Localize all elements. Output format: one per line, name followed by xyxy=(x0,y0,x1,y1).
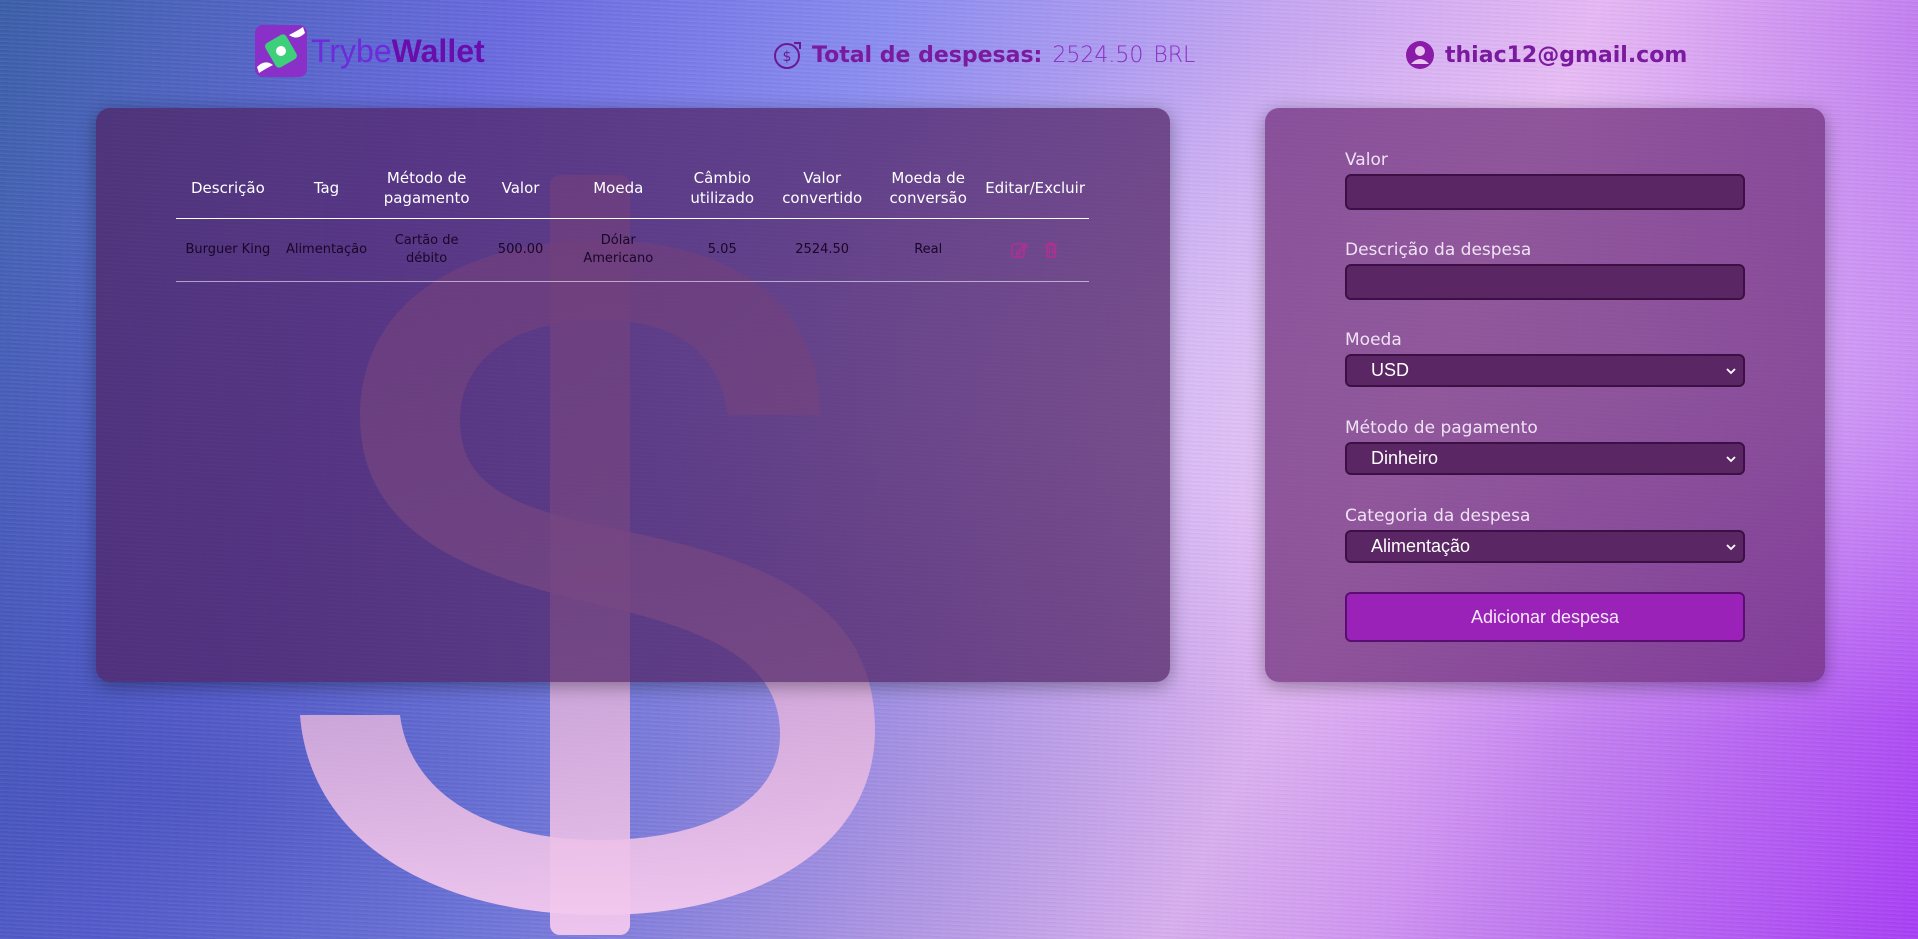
column-header: Valor convertido xyxy=(769,158,876,219)
dollar-circle-icon: $ xyxy=(774,42,801,69)
value-input[interactable] xyxy=(1345,174,1745,210)
currency-selected: USD xyxy=(1371,360,1410,380)
column-header: Valor xyxy=(479,158,562,219)
description-label: Descrição da despesa xyxy=(1345,240,1532,260)
column-header: Método de pagamento xyxy=(373,158,480,219)
category-field: Categoria da despesa Alimentação xyxy=(1345,506,1745,563)
value-field: Valor xyxy=(1345,150,1745,210)
total-currency: BRL xyxy=(1153,42,1196,68)
category-selected: Alimentação xyxy=(1371,536,1471,556)
chevron-down-icon xyxy=(1726,368,1736,375)
currency-field: Moeda USD xyxy=(1345,330,1745,387)
column-header: Descrição xyxy=(176,158,280,219)
total-value: 2524.50 xyxy=(1052,42,1144,68)
logo-text-light: Trybe xyxy=(311,32,392,69)
logo-text: TrybeWallet xyxy=(311,33,485,70)
cell-conversion-currency: Real xyxy=(875,218,982,282)
category-select[interactable]: Alimentação xyxy=(1345,530,1745,563)
method-label: Método de pagamento xyxy=(1345,418,1538,438)
cell-value: 500.00 xyxy=(479,218,562,282)
total-label: Total de despesas: xyxy=(812,42,1043,68)
category-label: Categoria da despesa xyxy=(1345,506,1531,526)
row-actions xyxy=(985,241,1085,259)
svg-text:$: $ xyxy=(783,49,792,65)
column-header: Moeda de conversão xyxy=(875,158,982,219)
add-expense-button[interactable]: Adicionar despesa xyxy=(1345,592,1745,642)
wallet-logo-icon xyxy=(255,25,307,77)
currency-select[interactable]: USD xyxy=(1345,354,1745,387)
user-email: thiac12@gmail.com xyxy=(1445,42,1688,68)
logo-text-bold: Wallet xyxy=(391,32,485,69)
cell-converted: 2524.50 xyxy=(769,218,876,282)
expenses-table-panel: Descrição Tag Método de pagamento Valor … xyxy=(96,108,1170,682)
method-select[interactable]: Dinheiro xyxy=(1345,442,1745,475)
header: TrybeWallet $ Total de despesas: 2524.50… xyxy=(0,0,1918,110)
value-label: Valor xyxy=(1345,150,1388,170)
total-expenses: $ Total de despesas: 2524.50 BRL xyxy=(772,38,1195,72)
cell-tag: Alimentação xyxy=(279,218,374,282)
expense-form-panel: Valor Descrição da despesa Moeda USD Mét… xyxy=(1265,108,1825,682)
cell-description: Burguer King xyxy=(176,218,280,282)
method-selected: Dinheiro xyxy=(1371,448,1439,468)
delete-button[interactable] xyxy=(1042,241,1060,259)
currency-label: Moeda xyxy=(1345,330,1402,350)
column-header: Moeda xyxy=(561,158,676,219)
description-input[interactable] xyxy=(1345,264,1745,300)
table-row: Burguer King Alimentação Cartão de débit… xyxy=(176,218,1089,282)
trash-icon xyxy=(1045,242,1058,258)
edit-button[interactable] xyxy=(1010,241,1029,259)
chevron-down-icon xyxy=(1726,456,1736,463)
method-field: Método de pagamento Dinheiro xyxy=(1345,418,1745,475)
cell-currency: Dólar Americano xyxy=(561,218,676,282)
app-logo: TrybeWallet xyxy=(255,25,485,77)
cell-method: Cartão de débito xyxy=(373,218,480,282)
edit-icon xyxy=(1011,242,1029,258)
column-header: Tag xyxy=(279,158,374,219)
cell-exchange: 5.05 xyxy=(675,218,770,282)
chevron-down-icon xyxy=(1726,544,1736,551)
table-header-row: Descrição Tag Método de pagamento Valor … xyxy=(176,158,1089,219)
expenses-table: Descrição Tag Método de pagamento Valor … xyxy=(176,158,1089,282)
cell-actions xyxy=(981,218,1089,282)
user-circle-icon xyxy=(1406,41,1434,69)
user-info: thiac12@gmail.com xyxy=(1405,38,1687,72)
column-header: Editar/Excluir xyxy=(981,158,1089,219)
description-field: Descrição da despesa xyxy=(1345,240,1745,300)
column-header: Câmbio utilizado xyxy=(675,158,770,219)
